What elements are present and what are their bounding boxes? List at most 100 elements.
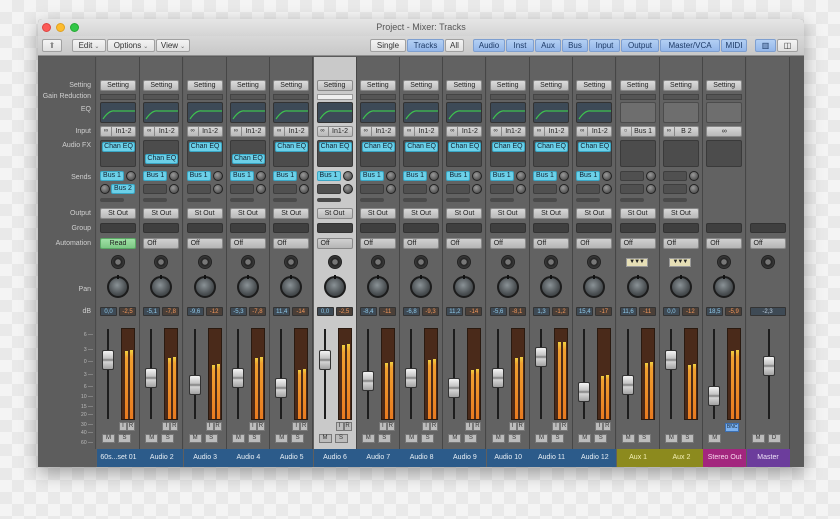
zoom-button[interactable] <box>70 23 79 32</box>
mute-button[interactable]: M <box>751 434 765 443</box>
volume-readout[interactable]: -9,6 <box>186 307 204 316</box>
setting-button[interactable]: Setting <box>576 80 613 91</box>
automation-mode[interactable]: Off <box>143 238 180 249</box>
track-name[interactable]: Audio 2 <box>140 449 184 467</box>
volume-readout[interactable]: 0,0 <box>662 307 680 316</box>
eq-thumbnail[interactable] <box>273 102 310 123</box>
track-name[interactable]: Audio 5 <box>270 449 314 467</box>
stereo-format-icon[interactable]: ▼▼▼ <box>668 258 691 267</box>
group-slot[interactable] <box>273 223 310 233</box>
input-slot[interactable]: ∞ In1-2 <box>229 126 266 137</box>
send-level-knob[interactable] <box>559 184 569 194</box>
setting-button[interactable]: Setting <box>316 80 353 91</box>
input-monitor-button[interactable]: I <box>162 422 171 431</box>
send-slot-empty[interactable] <box>229 184 254 194</box>
filter-bus[interactable]: Bus <box>562 39 588 52</box>
automation-mode[interactable]: Off <box>749 238 786 249</box>
send-slot[interactable]: Bus 1 <box>403 171 428 181</box>
input-slot[interactable]: ∞ B 2 <box>662 126 699 137</box>
input-slot[interactable]: ∞ In1-2 <box>273 126 310 137</box>
send-level-knob[interactable] <box>515 184 526 194</box>
send-level-knob[interactable] <box>342 171 353 181</box>
filter-output[interactable]: Output <box>621 39 659 52</box>
volume-fader[interactable] <box>275 378 288 398</box>
record-enable-button[interactable]: R <box>127 422 135 431</box>
output-slot[interactable]: St Out <box>403 208 440 219</box>
mute-button[interactable]: M <box>231 434 245 443</box>
pan-knob[interactable] <box>496 275 519 298</box>
send-slot-empty[interactable] <box>533 184 557 194</box>
audio-fx-slots[interactable]: Chan EQ <box>100 140 136 167</box>
channel-strip[interactable]: Setting ∞ In1-2 Chan EQ Bus 1 St Out Off 11,2 -1… <box>443 57 487 467</box>
input-monitor-button[interactable]: I <box>205 422 214 431</box>
input-slot[interactable]: ∞ In1-2 <box>403 126 440 137</box>
input-monitor-button[interactable]: I <box>292 422 301 431</box>
automation-mode[interactable]: Off <box>229 238 266 249</box>
setting-button[interactable]: Setting <box>229 80 266 91</box>
volume-readout[interactable]: 15,4 <box>576 307 594 316</box>
view-mode-tracks[interactable]: Tracks <box>407 39 444 52</box>
volume-readout[interactable]: -2,3 <box>749 307 786 316</box>
track-name[interactable]: 60s...set 01 <box>97 449 140 467</box>
channel-strip[interactable]: Setting ∞ In1-2 Chan EQ Bus 1 St Out Off -8,4 -1… <box>356 57 400 467</box>
volume-fader[interactable] <box>145 367 158 388</box>
input-format-icon[interactable] <box>414 255 429 269</box>
setting-button[interactable]: Setting <box>186 80 223 91</box>
output-slot[interactable]: St Out <box>533 208 569 219</box>
channel-strip[interactable]: Setting ∞ Off 18,5 -5,9 BNC M Stereo Out <box>703 57 747 467</box>
group-slot[interactable] <box>619 223 656 233</box>
track-name[interactable]: Audio 3 <box>183 449 227 467</box>
input-format-icon[interactable] <box>760 255 775 269</box>
peak-readout[interactable]: -2,5 <box>119 307 136 316</box>
audio-fx-plugin[interactable]: Chan EQ <box>448 142 482 152</box>
group-slot[interactable] <box>403 223 440 233</box>
automation-mode[interactable]: Off <box>662 238 699 249</box>
input-monitor-button[interactable]: I <box>119 422 127 431</box>
input-slot[interactable]: ∞ In1-2 <box>359 126 396 137</box>
send-slot[interactable]: Bus 1 <box>273 171 298 181</box>
track-name[interactable]: Stereo Out <box>703 449 747 467</box>
group-slot[interactable] <box>359 223 396 233</box>
setting-button[interactable]: Setting <box>100 80 136 91</box>
automation-mode[interactable]: Off <box>273 238 310 249</box>
filter-inst[interactable]: Inst <box>506 39 534 52</box>
audio-fx-plugin[interactable]: Chan EQ <box>231 154 265 164</box>
send-slot-empty[interactable] <box>619 184 644 194</box>
record-enable-button[interactable]: R <box>300 422 309 431</box>
automation-mode[interactable]: Off <box>619 238 656 249</box>
automation-mode[interactable]: Read <box>100 238 136 249</box>
send-slot[interactable]: Bus 1 <box>489 171 514 181</box>
solo-button[interactable]: S <box>421 434 435 443</box>
send-slot[interactable]: Bus 1 <box>229 171 254 181</box>
audio-fx-slots[interactable]: Chan EQ <box>576 140 613 167</box>
view-mode-single[interactable]: Single <box>370 39 406 52</box>
volume-fader[interactable] <box>361 371 374 391</box>
output-slot[interactable]: St Out <box>446 208 483 219</box>
channel-strip[interactable]: Setting ∞ In1-2 Chan EQ Bus 1 St Out Off 11,4 -1… <box>270 57 314 467</box>
fader-track[interactable] <box>540 329 542 419</box>
record-enable-button[interactable]: R <box>473 422 482 431</box>
send-level-knob[interactable] <box>342 184 353 194</box>
volume-readout[interactable]: 11,4 <box>273 307 291 316</box>
record-enable-button[interactable]: R <box>560 422 568 431</box>
input-format-icon[interactable] <box>544 255 558 269</box>
send-level-knob[interactable] <box>299 184 310 194</box>
audio-fx-slots[interactable]: Chan EQ <box>316 140 353 167</box>
layout-button-0[interactable]: ▥ <box>755 39 776 52</box>
send-slot[interactable]: Bus 2 <box>111 184 135 194</box>
pan-knob[interactable] <box>193 275 216 298</box>
audio-fx-slots[interactable]: Chan EQ <box>186 140 223 167</box>
dim-button[interactable]: D <box>767 434 781 443</box>
mute-button[interactable]: M <box>275 434 289 443</box>
send-slot-empty[interactable] <box>143 184 168 194</box>
automation-mode[interactable]: Off <box>446 238 483 249</box>
input-format-icon[interactable] <box>587 255 602 269</box>
setting-button[interactable]: Setting <box>359 80 396 91</box>
filter-midi[interactable]: MIDI <box>721 39 747 52</box>
peak-readout[interactable]: -17 <box>595 307 613 316</box>
volume-readout[interactable]: -6,8 <box>403 307 421 316</box>
track-name[interactable]: Aux 2 <box>659 449 703 467</box>
peak-readout[interactable]: -9,3 <box>422 307 440 316</box>
eq-thumbnail[interactable] <box>403 102 440 123</box>
mute-button[interactable]: M <box>318 434 332 443</box>
